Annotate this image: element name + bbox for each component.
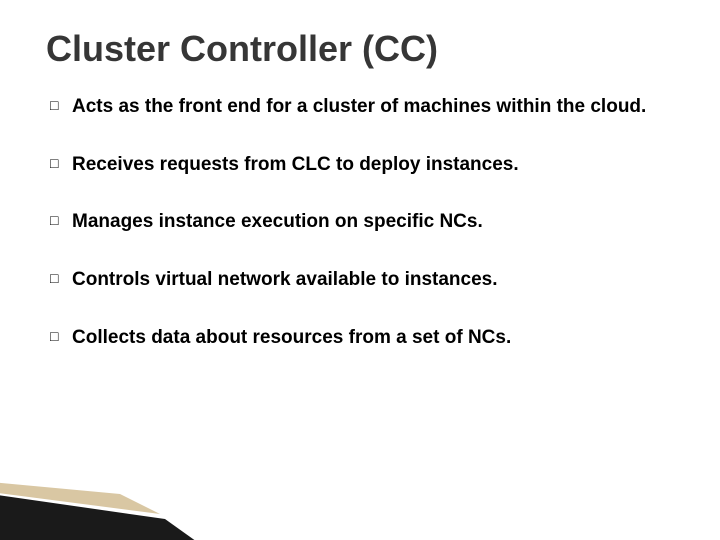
- page-title: Cluster Controller (CC): [46, 28, 674, 70]
- bullet-list: Acts as the front end for a cluster of m…: [46, 94, 674, 350]
- list-item: Manages instance execution on specific N…: [72, 209, 674, 235]
- slide: Cluster Controller (CC) Acts as the fron…: [0, 0, 720, 540]
- list-item: Collects data about resources from a set…: [72, 325, 674, 351]
- corner-decoration: [0, 474, 210, 540]
- list-item: Controls virtual network available to in…: [72, 267, 674, 293]
- list-item: Receives requests from CLC to deploy ins…: [72, 152, 674, 178]
- list-item: Acts as the front end for a cluster of m…: [72, 94, 674, 120]
